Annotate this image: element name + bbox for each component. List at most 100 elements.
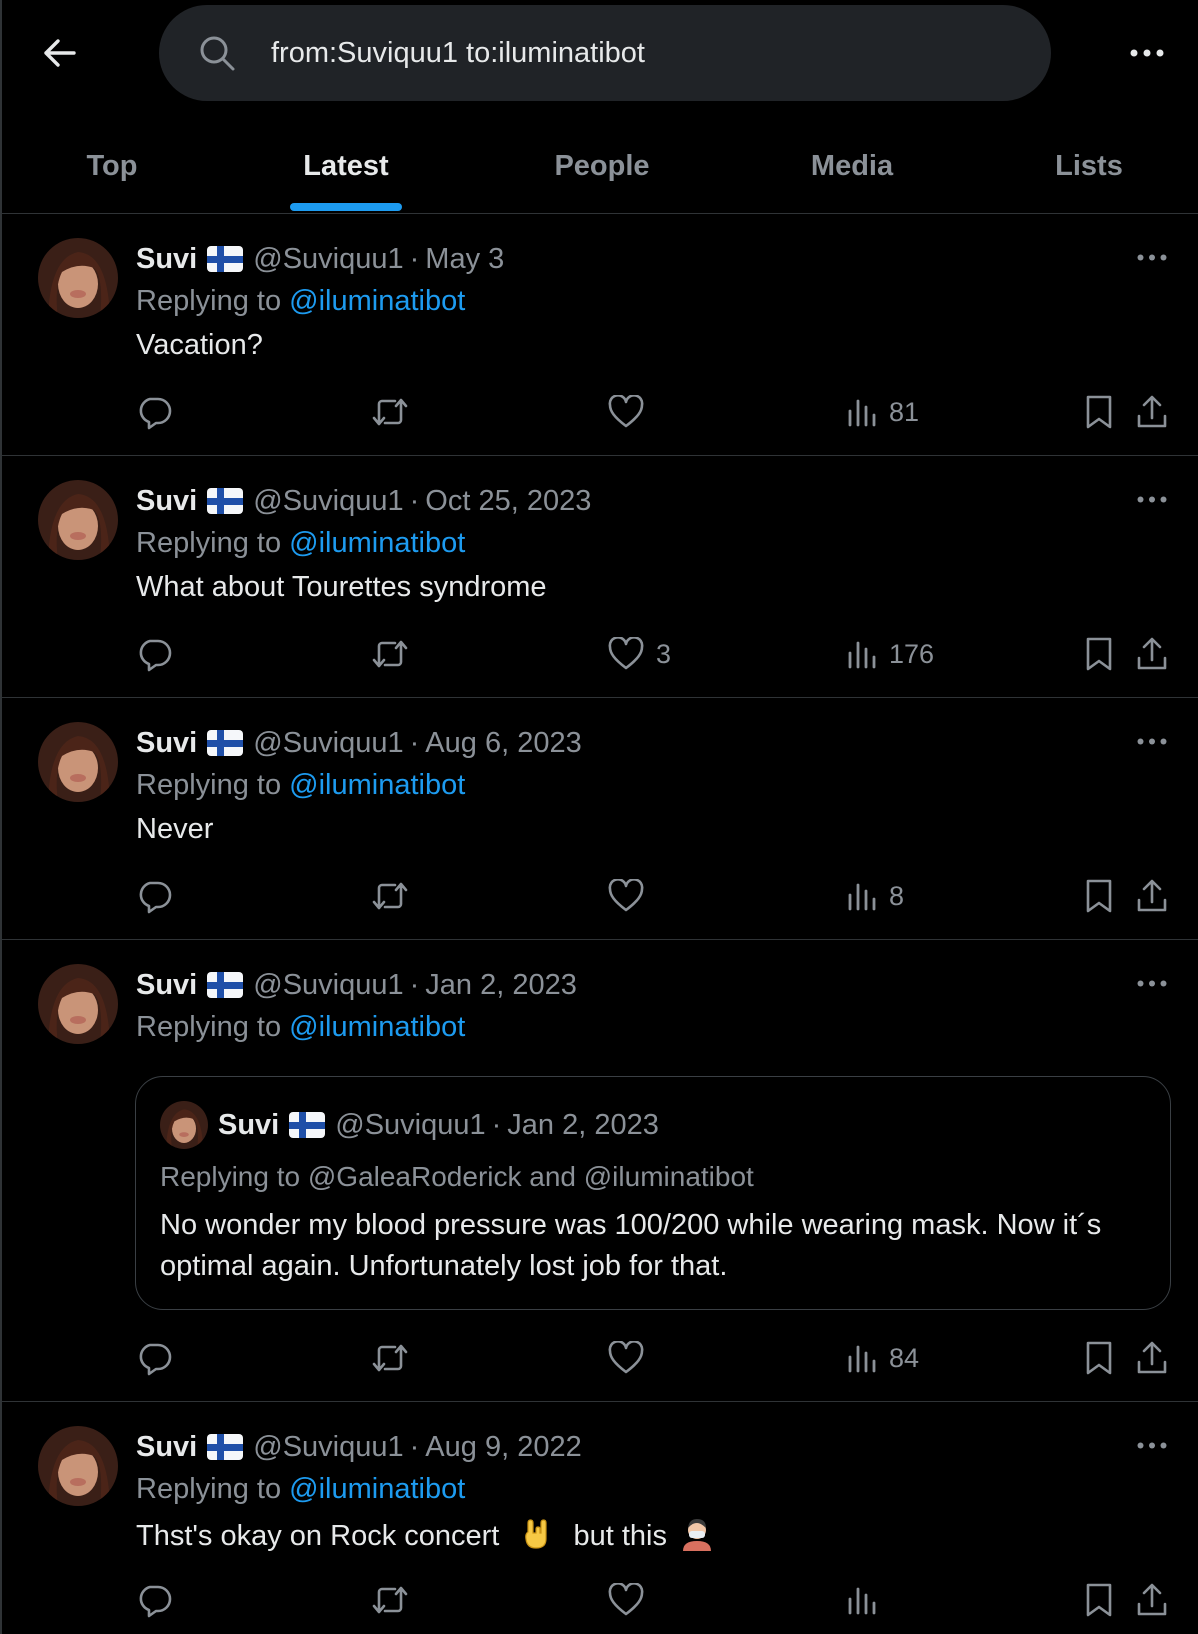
bookmark-button[interactable] bbox=[1084, 390, 1114, 434]
tab-top[interactable]: Top bbox=[42, 118, 182, 214]
user-handle[interactable]: @Suviquu1 bbox=[253, 243, 403, 276]
heart-icon bbox=[608, 879, 644, 912]
more-options-button[interactable] bbox=[1126, 36, 1168, 70]
share-button[interactable] bbox=[1135, 1578, 1169, 1622]
finland-flag-icon bbox=[207, 488, 244, 514]
avatar[interactable] bbox=[38, 480, 118, 560]
like-button[interactable]: 3 bbox=[608, 632, 671, 676]
avatar[interactable] bbox=[38, 1426, 118, 1506]
mention-link[interactable]: @iluminatibot bbox=[289, 285, 465, 317]
view-count: 84 bbox=[889, 1342, 920, 1373]
views-button[interactable]: 8 bbox=[847, 874, 904, 918]
retweet-button[interactable] bbox=[371, 874, 409, 918]
replying-prefix: Replying to bbox=[136, 285, 282, 317]
finland-flag-icon bbox=[207, 246, 244, 272]
search-input[interactable] bbox=[271, 5, 991, 101]
views-button[interactable]: 84 bbox=[847, 1336, 919, 1380]
reply-button[interactable] bbox=[136, 1578, 172, 1622]
view-count: 176 bbox=[889, 638, 935, 669]
tweet-date[interactable]: Aug 6, 2023 bbox=[425, 727, 581, 760]
like-button[interactable] bbox=[608, 1578, 656, 1622]
user-handle[interactable]: @Suviquu1 bbox=[253, 969, 403, 1002]
avatar[interactable] bbox=[38, 238, 118, 318]
tweet-more-button[interactable] bbox=[1132, 1430, 1172, 1460]
like-button[interactable] bbox=[608, 874, 656, 918]
tweet[interactable]: Suvi @Suviquu1 · Oct 25, 2023 Replying t… bbox=[2, 456, 1198, 698]
share-button[interactable] bbox=[1135, 390, 1169, 434]
reply-icon bbox=[139, 881, 172, 914]
tweet-more-button[interactable] bbox=[1132, 484, 1172, 514]
reply-button[interactable] bbox=[136, 390, 172, 434]
tab-media[interactable]: Media bbox=[772, 118, 932, 214]
user-handle[interactable]: @Suviquu1 bbox=[253, 485, 403, 518]
more-horizontal-icon bbox=[1137, 1442, 1167, 1448]
views-button[interactable] bbox=[847, 1578, 889, 1622]
display-name[interactable]: Suvi bbox=[136, 1431, 197, 1464]
tweet-date[interactable]: Jan 2, 2023 bbox=[425, 969, 577, 1002]
user-handle[interactable]: @Suviquu1 bbox=[253, 727, 403, 760]
tweet-more-button[interactable] bbox=[1132, 242, 1172, 272]
display-name[interactable]: Suvi bbox=[136, 969, 197, 1002]
retweet-button[interactable] bbox=[371, 1336, 409, 1380]
replying-to: Replying to @iluminatibot bbox=[136, 285, 465, 318]
avatar[interactable] bbox=[38, 964, 118, 1044]
retweet-button[interactable] bbox=[371, 390, 409, 434]
mention-link[interactable]: @iluminatibot bbox=[289, 1011, 465, 1043]
like-button[interactable] bbox=[608, 1336, 656, 1380]
mention-link[interactable]: @iluminatibot bbox=[289, 1473, 465, 1505]
tweet[interactable]: Suvi @Suviquu1 · Jan 2, 2023 Replying to… bbox=[2, 940, 1198, 1402]
like-button[interactable] bbox=[608, 390, 656, 434]
quoted-tweet-text: No wonder my blood pressure was 100/200 … bbox=[160, 1209, 1102, 1282]
tweet[interactable]: Suvi @Suviquu1 · May 3 Replying to @ilum… bbox=[2, 214, 1198, 456]
retweet-button[interactable] bbox=[371, 632, 409, 676]
replying-prefix: Replying to bbox=[136, 769, 282, 801]
tweet-date[interactable]: Aug 9, 2022 bbox=[425, 1431, 581, 1464]
tweet-date[interactable]: May 3 bbox=[425, 243, 504, 276]
share-button[interactable] bbox=[1135, 874, 1169, 918]
bookmark-icon bbox=[1086, 637, 1112, 671]
reply-button[interactable] bbox=[136, 632, 172, 676]
bookmark-button[interactable] bbox=[1084, 1578, 1114, 1622]
share-button[interactable] bbox=[1135, 1336, 1169, 1380]
share-button[interactable] bbox=[1135, 632, 1169, 676]
tweet-more-button[interactable] bbox=[1132, 726, 1172, 756]
tweet-text: Vacation? bbox=[136, 329, 263, 361]
tab-latest[interactable]: Latest bbox=[266, 118, 426, 214]
views-icon bbox=[848, 399, 876, 427]
retweet-icon bbox=[372, 1344, 408, 1372]
display-name[interactable]: Suvi bbox=[136, 243, 197, 276]
user-handle[interactable]: @Suviquu1 bbox=[253, 1431, 403, 1464]
tweet[interactable]: Suvi @Suviquu1 · Aug 6, 2023 Replying to… bbox=[2, 698, 1198, 940]
display-name[interactable]: Suvi bbox=[136, 727, 197, 760]
display-name[interactable]: Suvi bbox=[136, 485, 197, 518]
reply-button[interactable] bbox=[136, 874, 172, 918]
replying-prefix: Replying to bbox=[136, 527, 282, 559]
views-icon bbox=[848, 641, 876, 669]
heart-icon bbox=[608, 1341, 644, 1374]
tab-people[interactable]: People bbox=[522, 118, 682, 214]
tweet-date[interactable]: Oct 25, 2023 bbox=[425, 485, 591, 518]
avatar[interactable] bbox=[38, 722, 118, 802]
tweet-more-button[interactable] bbox=[1132, 968, 1172, 998]
tweet[interactable]: Suvi @Suviquu1 · Aug 9, 2022 Replying to… bbox=[2, 1402, 1198, 1634]
quoted-tweet[interactable]: Suvi @Suviquu1 · Jan 2, 2023 Replying to… bbox=[135, 1076, 1171, 1310]
back-button[interactable] bbox=[38, 32, 80, 74]
bookmark-button[interactable] bbox=[1084, 632, 1114, 676]
views-button[interactable]: 81 bbox=[847, 390, 919, 434]
bookmark-button[interactable] bbox=[1084, 874, 1114, 918]
more-horizontal-icon bbox=[1137, 496, 1167, 502]
tweet-actions: 81 bbox=[2, 390, 1198, 434]
finland-flag-icon bbox=[207, 730, 244, 756]
mention-link[interactable]: @iluminatibot bbox=[289, 769, 465, 801]
reply-button[interactable] bbox=[136, 1336, 172, 1380]
quoted-display-name: Suvi bbox=[218, 1108, 280, 1141]
mention-link[interactable]: @iluminatibot bbox=[289, 527, 465, 559]
bookmark-button[interactable] bbox=[1084, 1336, 1114, 1380]
tab-lists[interactable]: Lists bbox=[1019, 118, 1159, 214]
views-button[interactable]: 176 bbox=[847, 632, 934, 676]
tweet-actions-placeholder bbox=[2, 1516, 1198, 1560]
replying-prefix: Replying to bbox=[136, 1011, 282, 1043]
retweet-button[interactable] bbox=[371, 1578, 409, 1622]
search-box[interactable] bbox=[159, 5, 1051, 101]
tweet-header: Suvi @Suviquu1 · Aug 6, 2023 bbox=[136, 725, 582, 761]
